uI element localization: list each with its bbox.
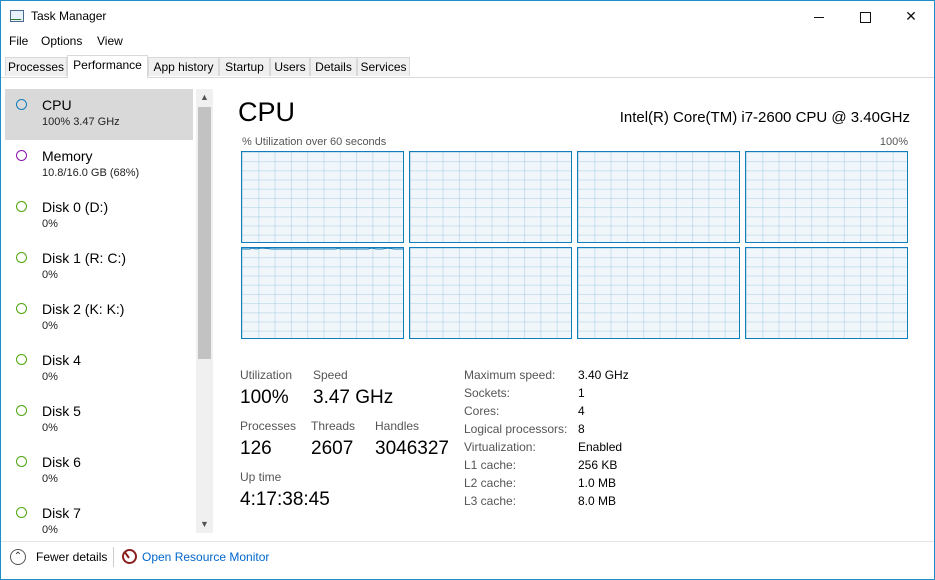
spec-value: 1.0 MB — [578, 476, 617, 490]
tab-processes[interactable]: Processes — [5, 57, 67, 76]
processes-label: Processes — [240, 419, 297, 433]
tab-strip: Processes Performance App history Startu… — [1, 55, 934, 78]
cpu-core-graph — [745, 151, 908, 243]
spec-value: 256 KB — [578, 458, 618, 472]
menu-bar: File Options View — [1, 31, 934, 51]
sidebar-item-memory[interactable]: Memory 10.8/16.0 GB (68%) — [5, 140, 193, 191]
cpu-model: Intel(R) Core(TM) i7-2600 CPU @ 3.40GHz — [619, 109, 910, 126]
disk-status-icon — [16, 354, 27, 365]
scroll-thumb[interactable] — [198, 107, 211, 359]
handles-value: 3046327 — [375, 438, 449, 459]
cpu-core-graph — [409, 151, 572, 243]
graph-max-label: 100% — [879, 136, 908, 148]
close-button[interactable]: ✕ — [888, 1, 934, 31]
spec-label: L2 cache: — [464, 476, 517, 490]
menu-view[interactable]: View — [97, 34, 123, 48]
spec-value: 8.0 MB — [578, 494, 617, 508]
sidebar-item-disk-2[interactable]: Disk 2 (K: K:) 0% — [5, 293, 193, 344]
spec-label: Virtualization: — [464, 440, 536, 454]
cpu-core-graph — [241, 247, 404, 339]
utilization-value: 100% — [240, 387, 289, 408]
cpu-core-graph — [577, 151, 740, 243]
resource-sidebar: CPU 100% 3.47 GHz Memory 10.8/16.0 GB (6… — [3, 89, 213, 533]
spec-label: Logical processors: — [464, 422, 568, 436]
minimize-icon — [814, 16, 824, 18]
threads-label: Threads — [311, 419, 356, 433]
disk-status-icon — [16, 201, 27, 212]
title-bar[interactable]: Task Manager ✕ — [1, 1, 934, 31]
window-title: Task Manager — [31, 9, 107, 23]
page-title: CPU — [238, 97, 296, 127]
speed-label: Speed — [313, 368, 348, 382]
spec-value: 3.40 GHz — [578, 368, 629, 382]
processes-value: 126 — [240, 438, 272, 459]
utilization-label: Utilization — [240, 368, 293, 382]
tab-services[interactable]: Services — [357, 57, 410, 76]
spec-label: L3 cache: — [464, 494, 517, 508]
sidebar-item-disk-6[interactable]: Disk 6 0% — [5, 446, 193, 497]
uptime-label: Up time — [240, 470, 282, 484]
chevron-up-icon[interactable]: ⌃ — [10, 549, 26, 565]
disk-status-icon — [16, 252, 27, 263]
spec-label: Maximum speed: — [464, 368, 556, 382]
spec-label: L1 cache: — [464, 458, 517, 472]
tab-startup[interactable]: Startup — [219, 57, 270, 76]
scroll-up-icon[interactable]: ▲ — [196, 89, 213, 106]
cpu-status-icon — [16, 99, 27, 110]
sidebar-item-disk-5[interactable]: Disk 5 0% — [5, 395, 193, 446]
disk-status-icon — [16, 303, 27, 314]
footer-bar: ⌃ Fewer details Open Resource Monitor — [1, 541, 934, 579]
fewer-details-button[interactable]: Fewer details — [36, 550, 107, 564]
disk-status-icon — [16, 507, 27, 518]
close-icon: ✕ — [905, 8, 917, 24]
open-resource-monitor-link[interactable]: Open Resource Monitor — [142, 550, 269, 564]
cpu-core-graph — [241, 151, 404, 243]
minimize-button[interactable] — [796, 1, 842, 31]
memory-status-icon — [16, 150, 27, 161]
uptime-value: 4:17:38:45 — [240, 489, 330, 510]
cpu-core-graph — [745, 247, 908, 339]
cpu-core-graph — [409, 247, 572, 339]
resource-monitor-icon[interactable] — [122, 549, 137, 564]
menu-file[interactable]: File — [9, 34, 28, 48]
task-manager-window: Task Manager ✕ File Options View Process… — [0, 0, 935, 580]
menu-options[interactable]: Options — [41, 34, 82, 48]
sidebar-item-disk-1[interactable]: Disk 1 (R: C:) 0% — [5, 242, 193, 293]
spec-value: 8 — [578, 422, 585, 436]
disk-status-icon — [16, 456, 27, 467]
sidebar-item-cpu[interactable]: CPU 100% 3.47 GHz — [5, 89, 193, 140]
footer-divider — [113, 547, 114, 567]
spec-value: 4 — [578, 404, 585, 418]
sidebar-item-disk-4[interactable]: Disk 4 0% — [5, 344, 193, 395]
sidebar-item-disk-7[interactable]: Disk 7 0% — [5, 497, 193, 533]
sidebar-item-disk-0[interactable]: Disk 0 (D:) 0% — [5, 191, 193, 242]
tab-details[interactable]: Details — [310, 57, 357, 76]
spec-label: Sockets: — [464, 386, 511, 400]
task-manager-icon — [10, 10, 24, 22]
graph-caption: % Utilization over 60 seconds — [242, 136, 387, 148]
maximize-icon — [859, 11, 871, 23]
threads-value: 2607 — [311, 438, 354, 459]
maximize-button[interactable] — [842, 1, 888, 31]
disk-status-icon — [16, 405, 27, 416]
tab-app-history[interactable]: App history — [148, 57, 219, 76]
speed-value: 3.47 GHz — [313, 387, 394, 408]
scroll-down-icon[interactable]: ▼ — [196, 516, 213, 533]
tab-users[interactable]: Users — [270, 57, 310, 76]
core-usage-line — [242, 248, 403, 250]
spec-label: Cores: — [464, 404, 500, 418]
handles-label: Handles — [375, 419, 420, 433]
cpu-core-graph — [577, 247, 740, 339]
sidebar-scrollbar[interactable]: ▲ ▼ — [196, 89, 213, 533]
spec-value: Enabled — [578, 440, 623, 454]
spec-value: 1 — [578, 386, 585, 400]
tab-performance[interactable]: Performance — [67, 55, 148, 78]
